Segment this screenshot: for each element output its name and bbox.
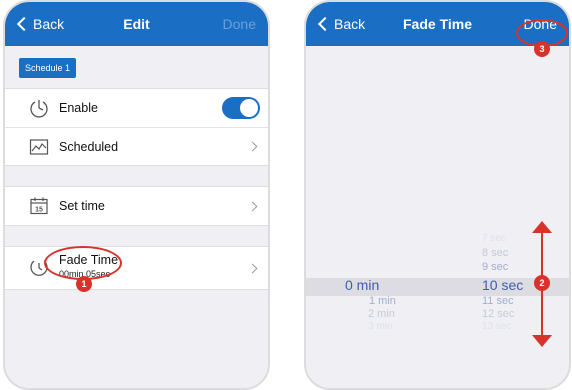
chevron-left-icon — [16, 16, 32, 32]
second-option: 13 sec — [482, 321, 512, 332]
second-option: 12 sec — [482, 308, 515, 320]
chevron-right-icon — [247, 141, 258, 152]
enable-row: Enable — [5, 89, 268, 127]
page-title: Edit — [123, 16, 150, 32]
callout-2-badge: 2 — [534, 275, 550, 291]
callout-1-badge: 1 — [76, 276, 92, 292]
scheduled-label: Scheduled — [59, 139, 119, 154]
second-option: 7 sec — [482, 233, 506, 244]
second-selected: 10 sec — [482, 277, 524, 293]
minute-option: 2 min — [368, 308, 395, 320]
calendar-icon: 15 — [30, 197, 48, 215]
enable-toggle[interactable] — [222, 97, 260, 119]
page-title: Fade Time — [403, 16, 472, 32]
fade-time-row[interactable]: Fade Time 00min 05sec — [5, 247, 268, 289]
callout-1-highlight — [44, 246, 122, 280]
minute-option: 3 min — [368, 321, 393, 332]
back-button[interactable]: Back — [15, 2, 64, 46]
back-label: Back — [33, 16, 65, 32]
time-group: 15 Set time — [5, 186, 268, 226]
minute-option: 1 min — [369, 295, 396, 307]
set-time-label: Set time — [59, 199, 105, 213]
chart-icon — [29, 138, 49, 155]
second-option: 9 sec — [482, 261, 509, 273]
fade-time-screen: Back Fade Time Done — [304, 0, 571, 390]
arrow-down-icon — [532, 335, 552, 347]
set-time-row[interactable]: 15 Set time — [5, 187, 268, 225]
nav-bar: Back Edit Done — [5, 2, 268, 46]
scheduled-row[interactable]: Scheduled — [5, 127, 268, 165]
back-label: Back — [334, 16, 366, 32]
second-option: 8 sec — [482, 247, 509, 259]
enable-label: Enable — [59, 101, 98, 115]
second-option: 11 sec — [482, 295, 514, 307]
chevron-right-icon — [247, 263, 258, 273]
calendar-day: 15 — [35, 207, 43, 214]
done-button[interactable]: Done — [223, 2, 256, 46]
edit-screen: Back Edit Done Schedule 1 Enable Schedul… — [3, 0, 270, 390]
back-button[interactable]: Back — [316, 2, 365, 46]
callout-3-badge: 3 — [534, 41, 550, 57]
schedule-tab[interactable]: Schedule 1 — [19, 58, 77, 78]
power-clock-icon — [30, 100, 48, 118]
chevron-right-icon — [247, 201, 258, 211]
chevron-left-icon — [317, 16, 333, 32]
minute-selected: 0 min — [345, 277, 380, 293]
options-group: Enable Scheduled — [5, 88, 268, 166]
fade-group: Fade Time 00min 05sec — [5, 246, 268, 290]
